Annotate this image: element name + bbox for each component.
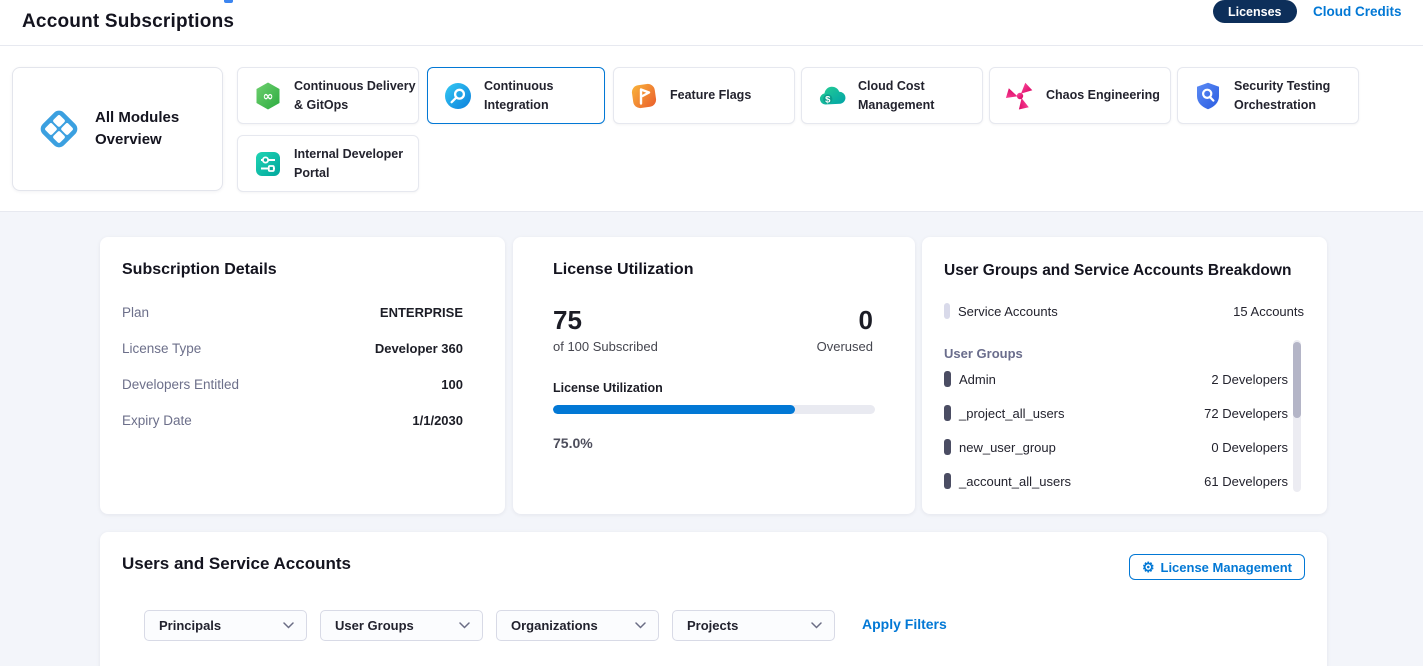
internal-developer-portal-icon bbox=[253, 149, 283, 179]
license-utilization-title: License Utilization bbox=[553, 261, 693, 279]
module-tile-continuous-delivery[interactable]: ∞ Continuous Delivery & GitOps bbox=[237, 67, 419, 124]
service-accounts-label: Service Accounts bbox=[958, 304, 1058, 319]
svg-text:$: $ bbox=[825, 94, 831, 105]
user-groups-subheading: User Groups bbox=[944, 346, 1023, 361]
clipped-element-fragment bbox=[224, 0, 233, 3]
apply-filters-link[interactable]: Apply Filters bbox=[862, 616, 947, 632]
license-management-label: License Management bbox=[1161, 560, 1293, 575]
page-title: Account Subscriptions bbox=[22, 11, 234, 33]
service-accounts-value: 15 Accounts bbox=[1233, 304, 1304, 319]
filter-label: Projects bbox=[687, 618, 738, 633]
user-group-name: new_user_group bbox=[959, 440, 1056, 455]
cloud-cost-icon: $ bbox=[817, 81, 847, 111]
module-tile-feature-flags[interactable]: Feature Flags bbox=[613, 67, 795, 124]
users-section-title: Users and Service Accounts bbox=[122, 554, 351, 574]
module-tile-label: Cloud Cost Management bbox=[858, 77, 982, 113]
module-tile-label: Security Testing Orchestration bbox=[1234, 77, 1358, 113]
utilization-bar-fill bbox=[553, 405, 795, 414]
module-tile-label: Internal Developer Portal bbox=[294, 145, 418, 181]
user-group-count: 2 Developers bbox=[1211, 372, 1288, 387]
overused-caption: Overused bbox=[817, 339, 873, 354]
module-tile-label: Continuous Delivery & GitOps bbox=[294, 77, 418, 113]
utilization-bar-track bbox=[553, 405, 875, 414]
filter-user-groups[interactable]: User Groups bbox=[320, 610, 483, 641]
developers-entitled-label: Developers Entitled bbox=[122, 377, 239, 392]
chevron-down-icon bbox=[459, 622, 470, 629]
filter-label: Organizations bbox=[511, 618, 598, 633]
developers-entitled-value: 100 bbox=[441, 377, 463, 392]
filter-organizations[interactable]: Organizations bbox=[496, 610, 659, 641]
user-group-bullet bbox=[944, 473, 951, 489]
expiry-date-label: Expiry Date bbox=[122, 413, 192, 428]
user-group-bullet bbox=[944, 439, 951, 455]
all-modules-icon bbox=[36, 106, 82, 152]
utilization-bar-label: License Utilization bbox=[553, 381, 663, 395]
overused-count: 0 bbox=[859, 305, 873, 336]
feature-flags-icon bbox=[629, 81, 659, 111]
user-group-name: _account_all_users bbox=[959, 474, 1071, 489]
subscription-details-title: Subscription Details bbox=[122, 261, 277, 279]
filter-principals[interactable]: Principals bbox=[144, 610, 307, 641]
plan-label: Plan bbox=[122, 305, 149, 320]
filter-projects[interactable]: Projects bbox=[672, 610, 835, 641]
expiry-date-value: 1/1/2030 bbox=[412, 413, 463, 428]
breakdown-title: User Groups and Service Accounts Breakdo… bbox=[944, 262, 1291, 280]
license-management-button[interactable]: ⚙ License Management bbox=[1129, 554, 1305, 580]
continuous-delivery-icon: ∞ bbox=[253, 81, 283, 111]
utilization-percent: 75.0% bbox=[553, 435, 593, 451]
breakdown-scrollbar-track bbox=[1293, 340, 1301, 492]
license-type-value: Developer 360 bbox=[375, 341, 463, 356]
users-service-accounts-card: Users and Service Accounts ⚙ License Man… bbox=[100, 532, 1327, 666]
user-group-count: 61 Developers bbox=[1204, 474, 1288, 489]
filter-label: User Groups bbox=[335, 618, 414, 633]
breakdown-card: User Groups and Service Accounts Breakdo… bbox=[922, 237, 1327, 514]
chaos-engineering-icon bbox=[1005, 81, 1035, 111]
module-tile-label: Feature Flags bbox=[670, 86, 751, 104]
service-accounts-bullet bbox=[944, 303, 950, 319]
used-count: 75 bbox=[553, 305, 582, 336]
all-modules-overview-card[interactable]: All Modules Overview bbox=[12, 67, 223, 191]
chevron-down-icon bbox=[283, 622, 294, 629]
used-caption: of 100 Subscribed bbox=[553, 339, 658, 354]
security-testing-icon bbox=[1193, 81, 1223, 111]
account-subscriptions-screen: Account Subscriptions Licenses Cloud Cre… bbox=[0, 0, 1423, 666]
license-type-label: License Type bbox=[122, 341, 201, 356]
breakdown-scrollbar-thumb[interactable] bbox=[1293, 342, 1301, 418]
chevron-down-icon bbox=[635, 622, 646, 629]
module-tile-label: Continuous Integration bbox=[484, 77, 604, 113]
all-modules-overview-label: All Modules Overview bbox=[95, 107, 191, 152]
user-group-count: 72 Developers bbox=[1204, 406, 1288, 421]
user-group-name: _project_all_users bbox=[959, 406, 1065, 421]
continuous-integration-icon bbox=[443, 81, 473, 111]
module-tile-label: Chaos Engineering bbox=[1046, 86, 1160, 104]
gear-icon: ⚙ bbox=[1142, 560, 1155, 574]
subscription-details-card: Subscription Details Plan ENTERPRISE Lic… bbox=[100, 237, 505, 514]
module-tile-continuous-integration[interactable]: Continuous Integration bbox=[427, 67, 605, 124]
plan-value: ENTERPRISE bbox=[380, 305, 463, 320]
module-tile-cloud-cost[interactable]: $ Cloud Cost Management bbox=[801, 67, 983, 124]
filter-label: Principals bbox=[159, 618, 221, 633]
module-tile-security-testing[interactable]: Security Testing Orchestration bbox=[1177, 67, 1359, 124]
module-tile-chaos-engineering[interactable]: Chaos Engineering bbox=[989, 67, 1171, 124]
user-group-bullet bbox=[944, 405, 951, 421]
module-tile-internal-developer-portal[interactable]: Internal Developer Portal bbox=[237, 135, 419, 192]
user-group-bullet bbox=[944, 371, 951, 387]
licenses-tab[interactable]: Licenses bbox=[1213, 0, 1297, 23]
chevron-down-icon bbox=[811, 622, 822, 629]
modules-band: All Modules Overview ∞ Continuous Delive… bbox=[0, 46, 1423, 212]
cloud-credits-tab[interactable]: Cloud Credits bbox=[1313, 4, 1402, 19]
user-group-count: 0 Developers bbox=[1211, 440, 1288, 455]
user-group-name: Admin bbox=[959, 372, 996, 387]
top-bar: Account Subscriptions Licenses Cloud Cre… bbox=[0, 0, 1423, 46]
svg-text:∞: ∞ bbox=[263, 89, 274, 104]
license-utilization-card: License Utilization 75 of 100 Subscribed… bbox=[513, 237, 915, 514]
